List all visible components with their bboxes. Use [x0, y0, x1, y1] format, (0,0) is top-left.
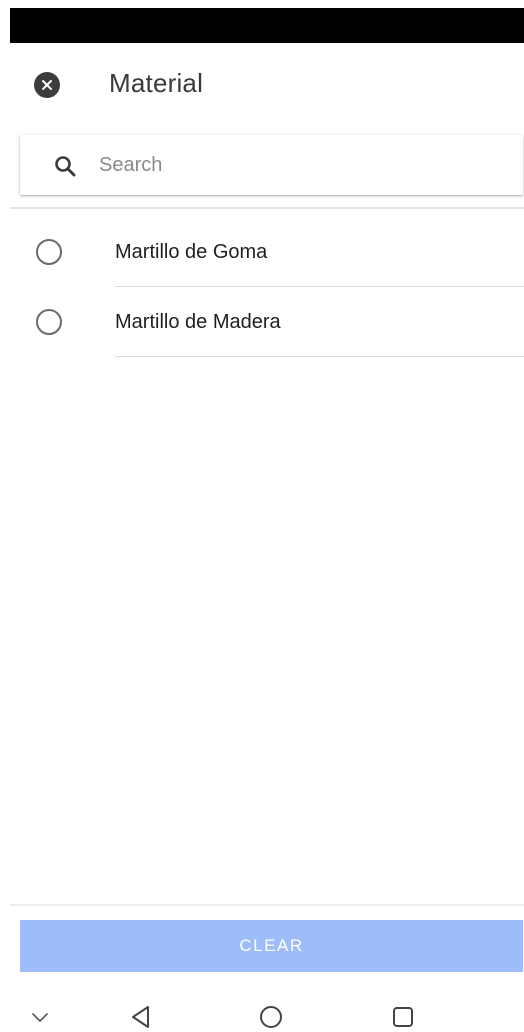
radio-button[interactable] — [36, 309, 62, 335]
navigation-bar — [0, 990, 524, 1032]
search-bar — [20, 135, 523, 195]
header: Material — [10, 43, 524, 125]
clear-button[interactable]: CLEAR — [20, 920, 523, 972]
divider — [115, 356, 524, 357]
close-button[interactable] — [34, 72, 60, 98]
list-item-label: Martillo de Madera — [115, 311, 281, 333]
home-icon — [260, 1006, 282, 1028]
chevron-down-icon — [32, 1013, 48, 1022]
nav-back-button[interactable] — [126, 1002, 156, 1032]
list-item[interactable]: Martillo de Madera — [10, 287, 524, 357]
status-bar — [10, 8, 524, 43]
divider — [10, 904, 524, 906]
nav-recents-button[interactable] — [388, 1002, 418, 1032]
close-icon — [42, 80, 52, 90]
nav-home-button[interactable] — [256, 1002, 286, 1032]
divider — [10, 207, 524, 209]
search-input[interactable] — [99, 145, 499, 185]
search-icon — [55, 156, 76, 177]
radio-button[interactable] — [36, 239, 62, 265]
back-icon — [132, 1006, 149, 1028]
recents-icon — [393, 1007, 413, 1027]
nav-hide-keyboard-button[interactable] — [25, 1002, 55, 1032]
list-item[interactable]: Martillo de Goma — [10, 217, 524, 287]
list-item-label: Martillo de Goma — [115, 241, 268, 263]
options-list: Martillo de Goma Martillo de Madera — [10, 217, 524, 357]
page-title: Material — [109, 68, 204, 98]
